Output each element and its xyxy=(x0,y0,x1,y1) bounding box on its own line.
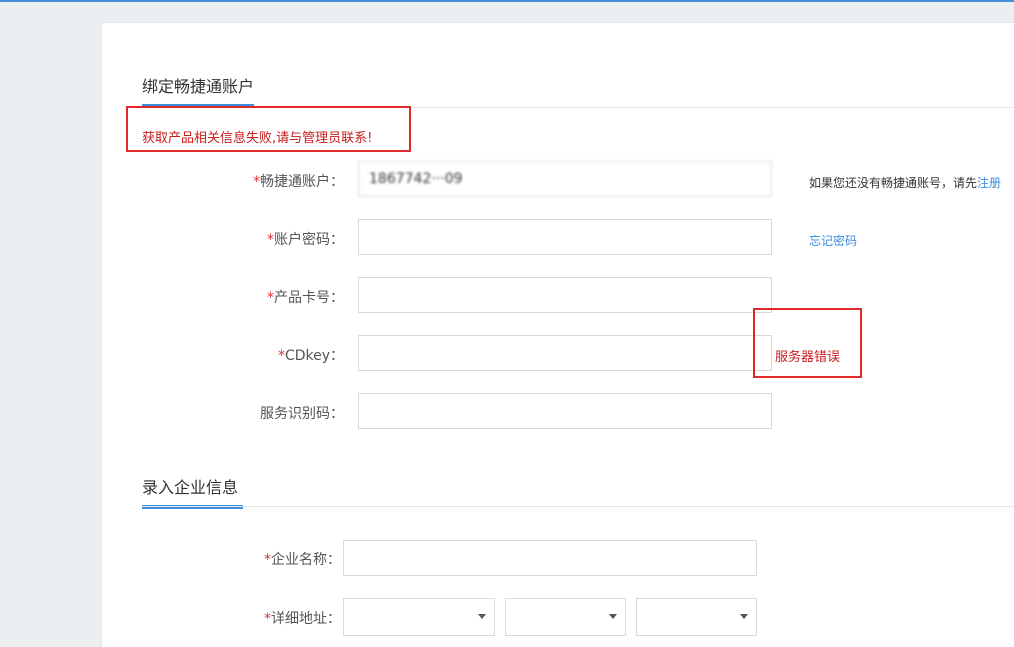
company-name-input[interactable] xyxy=(343,540,757,576)
cdkey-label: *CDkey： xyxy=(277,348,344,364)
password-label: *账户密码： xyxy=(267,232,344,248)
card-number-input[interactable] xyxy=(358,277,772,313)
section-title-bind-account: 绑定畅捷通账户 xyxy=(142,73,255,108)
province-select[interactable] xyxy=(343,598,495,636)
company-name-label: *企业名称： xyxy=(264,552,341,568)
chevron-down-icon xyxy=(478,614,486,619)
register-link[interactable]: 注册 xyxy=(977,176,1001,190)
main-panel: 绑定畅捷通账户 获取产品相关信息失败,请与管理员联系! *畅捷通账户： 如果您还… xyxy=(101,22,1014,647)
server-error-message: 服务器错误 xyxy=(775,350,841,365)
account-label: *畅捷通账户： xyxy=(253,174,344,190)
account-input[interactable] xyxy=(358,161,772,197)
address-label: *详细地址： xyxy=(264,611,341,627)
chevron-down-icon xyxy=(740,614,748,619)
register-hint: 如果您还没有畅捷通账号，请先注册 xyxy=(809,176,1002,190)
city-select[interactable] xyxy=(505,598,626,636)
service-code-label: 服务识别码： xyxy=(260,406,344,422)
cdkey-input[interactable] xyxy=(358,335,772,371)
service-code-input[interactable] xyxy=(358,393,772,429)
server-error-highlight-box xyxy=(753,308,862,378)
top-accent-bar xyxy=(0,0,1014,2)
section-title-text: 绑定畅捷通账户 xyxy=(142,77,255,96)
card-number-label: *产品卡号： xyxy=(267,290,344,306)
chevron-down-icon xyxy=(609,614,617,619)
section-title-text: 录入企业信息 xyxy=(142,478,239,497)
password-input[interactable] xyxy=(358,219,772,255)
district-select[interactable] xyxy=(636,598,757,636)
section-title-company: 录入企业信息 xyxy=(142,474,243,509)
forgot-password-link[interactable]: 忘记密码 xyxy=(809,232,857,249)
load-error-message: 获取产品相关信息失败,请与管理员联系! xyxy=(142,131,373,146)
section-divider xyxy=(142,506,1014,507)
